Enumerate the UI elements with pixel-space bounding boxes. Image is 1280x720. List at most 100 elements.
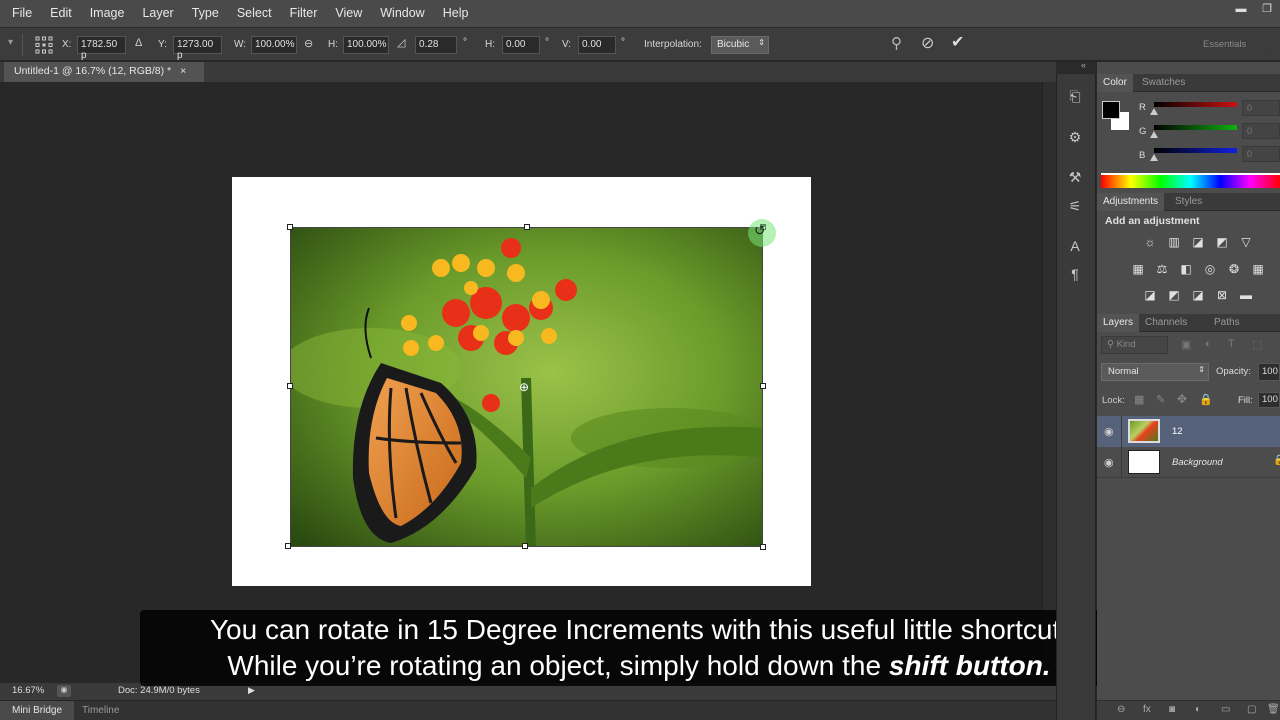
foreground-color-swatch[interactable] xyxy=(1102,101,1120,119)
tool-presets-icon[interactable]: ⚒ xyxy=(1064,167,1086,187)
hue-saturation-icon[interactable]: ▦ xyxy=(1129,261,1147,277)
menu-view[interactable]: View xyxy=(326,0,371,27)
layer-style-icon[interactable]: fx xyxy=(1143,704,1151,715)
tool-preset-dropdown-icon[interactable]: ▾ xyxy=(8,37,13,48)
brush-settings-icon[interactable]: ⚟ xyxy=(1064,196,1086,216)
menu-image[interactable]: Image xyxy=(81,0,134,27)
menu-help[interactable]: Help xyxy=(434,0,478,27)
tab-mini-bridge[interactable]: Mini Bridge xyxy=(0,701,75,720)
fill-field[interactable]: 100 xyxy=(1258,392,1280,408)
red-value-field[interactable]: 0 xyxy=(1242,100,1280,116)
menu-select[interactable]: Select xyxy=(228,0,281,27)
transform-handle[interactable] xyxy=(760,383,766,389)
interpolation-select[interactable]: Bicubic ⇕ xyxy=(711,36,769,54)
lock-position-icon[interactable]: ✥ xyxy=(1177,392,1187,406)
transform-handle[interactable] xyxy=(524,224,530,230)
height-field[interactable]: 100.00% xyxy=(343,36,389,54)
selective-color-icon[interactable]: ⊠ xyxy=(1213,287,1231,303)
y-field[interactable]: 1273.00 p xyxy=(173,36,222,61)
photo-filter-icon[interactable]: ◎ xyxy=(1201,261,1219,277)
vibrance-icon[interactable]: ▽ xyxy=(1237,234,1255,250)
green-value-field[interactable]: 0 xyxy=(1242,123,1280,139)
cancel-transform-icon[interactable]: ⊘ xyxy=(921,33,934,53)
workspace-switcher[interactable]: Essentials xyxy=(1196,36,1270,54)
exposure-icon[interactable]: ◩ xyxy=(1213,234,1231,250)
filter-type-icon[interactable]: T xyxy=(1228,338,1235,350)
posterize-icon[interactable]: ◩ xyxy=(1165,287,1183,303)
lock-all-icon[interactable]: 🔒 xyxy=(1199,393,1213,406)
menu-window[interactable]: Window xyxy=(371,0,433,27)
new-adjustment-layer-icon[interactable]: ◐ xyxy=(1195,704,1201,715)
filter-pixel-icon[interactable]: ▣ xyxy=(1181,338,1191,351)
vertical-skew-field[interactable]: 0.00 xyxy=(578,36,616,54)
lock-transparent-icon[interactable]: ▦ xyxy=(1134,393,1144,406)
link-icon[interactable]: ⊖ xyxy=(304,37,313,50)
channel-mixer-icon[interactable]: ❂ xyxy=(1225,261,1243,277)
tab-timeline[interactable]: Timeline xyxy=(82,705,119,716)
blue-slider-knob[interactable] xyxy=(1150,154,1158,161)
layer-filter-select[interactable]: ⚲ Kind xyxy=(1101,336,1168,354)
character-icon[interactable]: A xyxy=(1064,236,1086,256)
minimize-icon[interactable]: ▬ xyxy=(1228,0,1254,20)
zoom-level[interactable]: 16.67% xyxy=(12,685,44,696)
lock-image-icon[interactable]: ✎ xyxy=(1156,393,1165,406)
layer-row[interactable]: ◉ Background 🔒 xyxy=(1097,447,1280,478)
history-icon[interactable]: ⎗ xyxy=(1064,86,1086,106)
eye-icon[interactable]: ◉ xyxy=(1104,425,1114,438)
brightness-contrast-icon[interactable]: ☼ xyxy=(1141,234,1159,250)
color-lookup-icon[interactable]: ▦ xyxy=(1249,261,1267,277)
green-slider[interactable] xyxy=(1154,125,1237,130)
filter-adjustment-icon[interactable]: ◐ xyxy=(1205,338,1212,350)
new-layer-icon[interactable]: ▢ xyxy=(1247,704,1256,715)
tab-adjustments[interactable]: Adjustments xyxy=(1097,193,1165,211)
color-spectrum-ramp[interactable] xyxy=(1101,173,1280,188)
angle-field[interactable]: 0.28 xyxy=(415,36,457,54)
green-slider-knob[interactable] xyxy=(1150,131,1158,138)
red-slider-knob[interactable] xyxy=(1150,108,1158,115)
layer-name[interactable]: 12 xyxy=(1172,426,1183,437)
warp-mode-icon[interactable]: ⚲ xyxy=(891,34,902,52)
transform-handle[interactable] xyxy=(522,543,528,549)
link-layers-icon[interactable]: ⊖ xyxy=(1117,704,1125,715)
black-white-icon[interactable]: ◧ xyxy=(1177,261,1195,277)
new-group-icon[interactable]: ▭ xyxy=(1221,704,1230,715)
document-tab[interactable]: Untitled-1 @ 16.7% (12, RGB/8) * × xyxy=(4,62,204,82)
blend-mode-select[interactable]: Normal ⇕ xyxy=(1101,363,1209,381)
menu-layer[interactable]: Layer xyxy=(133,0,182,27)
opacity-field[interactable]: 100 xyxy=(1258,363,1280,381)
layer-row-selected[interactable]: ◉ 12 xyxy=(1097,416,1280,447)
status-share-icon[interactable]: ◉ xyxy=(57,685,71,697)
tab-styles[interactable]: Styles xyxy=(1169,193,1208,211)
tab-paths[interactable]: Paths xyxy=(1208,314,1246,332)
transform-handle[interactable] xyxy=(287,383,293,389)
curves-icon[interactable]: ◪ xyxy=(1189,234,1207,250)
width-field[interactable]: 100.00% xyxy=(251,36,297,54)
tab-channels[interactable]: Channels xyxy=(1139,314,1193,332)
collapse-icon[interactable]: « xyxy=(1081,60,1086,70)
tab-color[interactable]: Color xyxy=(1097,74,1133,92)
color-balance-icon[interactable]: ⚖ xyxy=(1153,261,1171,277)
rotation-center-icon[interactable]: ⊕ xyxy=(519,380,529,394)
menu-edit[interactable]: Edit xyxy=(41,0,81,27)
x-field[interactable]: 1782.50 p xyxy=(77,36,126,61)
blue-slider[interactable] xyxy=(1154,148,1237,153)
transform-handle[interactable] xyxy=(285,543,291,549)
tab-swatches[interactable]: Swatches xyxy=(1136,74,1191,92)
delete-layer-icon[interactable]: 🗑 xyxy=(1267,704,1280,715)
transform-handle[interactable] xyxy=(287,224,293,230)
properties-icon[interactable]: ⚙ xyxy=(1064,127,1086,147)
layer-thumbnail[interactable] xyxy=(1128,419,1160,443)
menu-type[interactable]: Type xyxy=(183,0,228,27)
panel-collapse-bar[interactable]: « xyxy=(1056,60,1096,74)
layer-thumbnail[interactable] xyxy=(1128,450,1160,474)
blue-value-field[interactable]: 0 xyxy=(1242,146,1280,162)
layer-name[interactable]: Background xyxy=(1172,457,1223,468)
paragraph-icon[interactable]: ¶ xyxy=(1064,264,1086,284)
gradient-map-icon[interactable]: ▬ xyxy=(1237,287,1255,303)
relative-position-icon[interactable]: Δ xyxy=(135,37,142,49)
menu-file[interactable]: File xyxy=(0,0,41,27)
levels-icon[interactable]: ▥ xyxy=(1165,234,1183,250)
menu-filter[interactable]: Filter xyxy=(281,0,327,27)
threshold-icon[interactable]: ◪ xyxy=(1189,287,1207,303)
reference-point-icon[interactable] xyxy=(34,35,54,55)
